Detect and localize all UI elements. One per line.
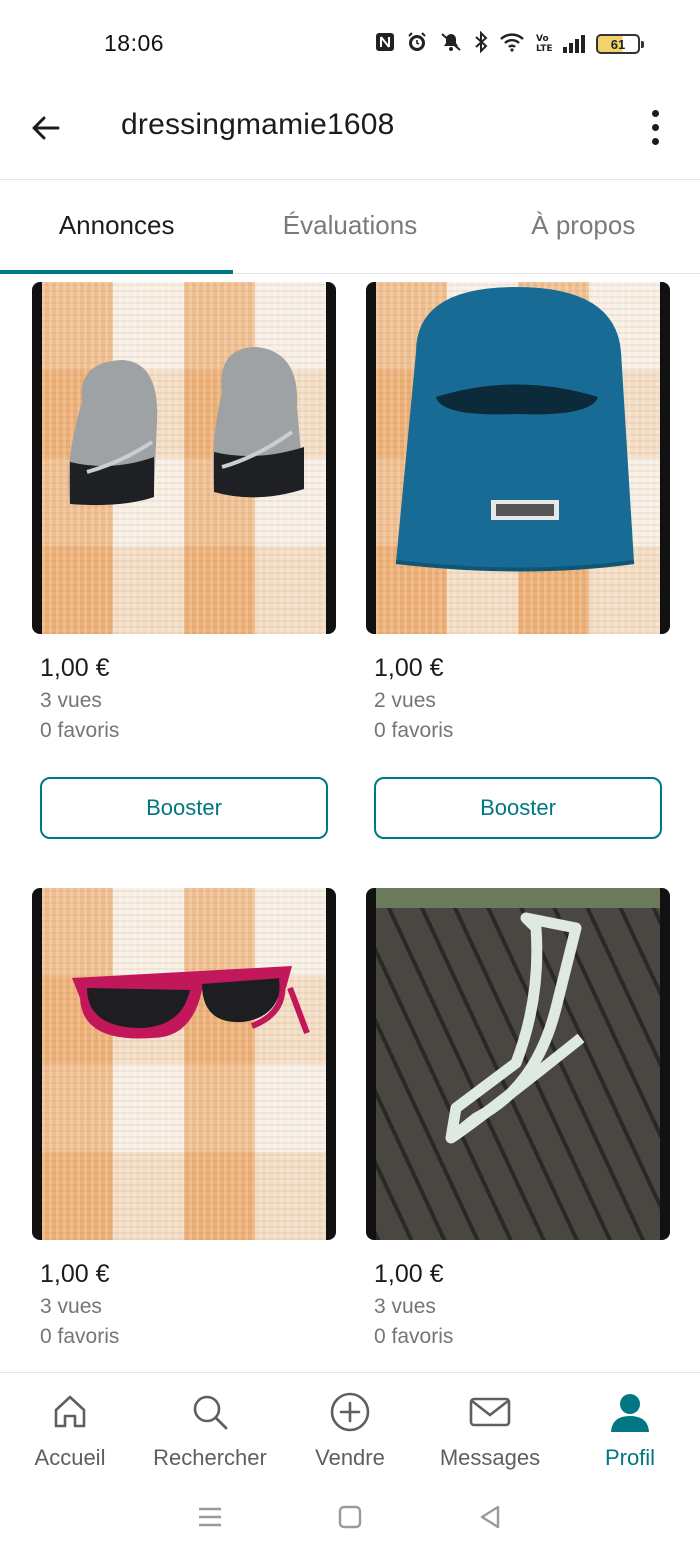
listing-favorites: 0 favoris <box>374 719 454 742</box>
balaclava-photo <box>376 282 660 634</box>
more-vertical-icon <box>651 109 659 117</box>
listing-image[interactable] <box>32 888 336 1240</box>
nav-item-vendre[interactable]: Vendre <box>280 1373 420 1478</box>
listing-image[interactable] <box>32 282 336 634</box>
boost-button[interactable]: Booster <box>374 777 662 839</box>
listing-favorites: 0 favoris <box>374 1325 454 1348</box>
page-title: dressingmamie1608 <box>121 108 395 141</box>
listing-card[interactable]: 1,00 € 3 vues 0 favoris <box>366 888 670 1349</box>
listing-favorites: 0 favoris <box>40 719 120 742</box>
status-time: 18:06 <box>104 30 165 56</box>
sunglasses-photo <box>42 888 326 1240</box>
mail-icon <box>467 1389 513 1435</box>
home-icon <box>47 1389 93 1435</box>
nav-item-accueil[interactable]: Accueil <box>0 1373 140 1478</box>
profile-tabs: Annonces Évaluations À propos <box>0 181 700 274</box>
home-system-button[interactable] <box>335 1502 365 1532</box>
nav-item-rechercher[interactable]: Rechercher <box>140 1373 280 1478</box>
status-bar: 18:06 Vo LTE 61 <box>0 0 700 88</box>
bluetooth-icon <box>474 30 488 57</box>
search-icon <box>187 1389 233 1435</box>
status-icons: Vo LTE 61 <box>375 30 644 58</box>
nav-label: Rechercher <box>153 1445 267 1470</box>
system-navigation <box>0 1478 700 1556</box>
listings-grid: 1,00 € 3 vues 0 favoris Booster 1,00 € 2… <box>0 282 700 1370</box>
listing-views: 3 vues <box>40 1295 102 1318</box>
tab-annonces[interactable]: Annonces <box>0 181 234 274</box>
plus-circle-icon <box>327 1389 373 1435</box>
listing-image[interactable] <box>366 888 670 1240</box>
volte-icon: Vo LTE <box>536 32 553 56</box>
listing-card[interactable]: 1,00 € 3 vues 0 favoris Booster <box>32 282 336 839</box>
header: dressingmamie1608 <box>0 88 700 180</box>
menu-icon <box>199 1507 221 1527</box>
listing-card[interactable]: 1,00 € 2 vues 0 favoris Booster <box>366 282 670 839</box>
alarm-icon <box>406 31 428 57</box>
listing-card[interactable]: 1,00 € 3 vues 0 favoris <box>32 888 336 1349</box>
wifi-icon <box>499 32 525 56</box>
recent-apps-button[interactable] <box>195 1502 225 1532</box>
svg-text:LTE: LTE <box>536 44 552 52</box>
listing-price: 1,00 € <box>374 1260 444 1288</box>
listing-views: 2 vues <box>374 689 436 712</box>
nav-label: Messages <box>439 1445 541 1470</box>
triangle-back-icon <box>480 1505 500 1529</box>
listing-views: 3 vues <box>40 689 102 712</box>
gloves-photo <box>42 282 326 634</box>
listing-views: 3 vues <box>374 1295 436 1318</box>
bottom-navigation: Accueil Rechercher Vendre Messages Profi… <box>0 1372 700 1478</box>
tab-evaluations[interactable]: Évaluations <box>233 181 466 273</box>
battery-icon: 61 <box>596 34 644 54</box>
back-button[interactable] <box>22 104 70 152</box>
nav-item-messages[interactable]: Messages <box>420 1373 560 1478</box>
mute-icon <box>439 31 463 57</box>
arrow-left-icon <box>32 116 60 140</box>
listing-price: 1,00 € <box>374 654 444 682</box>
listing-price: 1,00 € <box>40 654 110 682</box>
nav-label: Accueil <box>34 1445 106 1470</box>
square-icon <box>338 1505 362 1529</box>
profile-icon <box>607 1389 653 1435</box>
nfc-icon <box>375 32 395 56</box>
signal-icon <box>563 35 585 53</box>
more-options-button[interactable] <box>640 104 670 150</box>
boost-button[interactable]: Booster <box>40 777 328 839</box>
nav-label: Vendre <box>315 1445 385 1470</box>
listing-favorites: 0 favoris <box>40 1325 120 1348</box>
listing-price: 1,00 € <box>40 1260 110 1288</box>
listing-image[interactable] <box>366 282 670 634</box>
tab-a-propos[interactable]: À propos <box>467 181 700 273</box>
lanyard-photo <box>376 888 660 1240</box>
nav-label: Profil <box>604 1445 656 1470</box>
nav-item-profil[interactable]: Profil <box>560 1373 700 1478</box>
back-system-button[interactable] <box>475 1502 505 1532</box>
svg-text:Vo: Vo <box>536 34 549 44</box>
